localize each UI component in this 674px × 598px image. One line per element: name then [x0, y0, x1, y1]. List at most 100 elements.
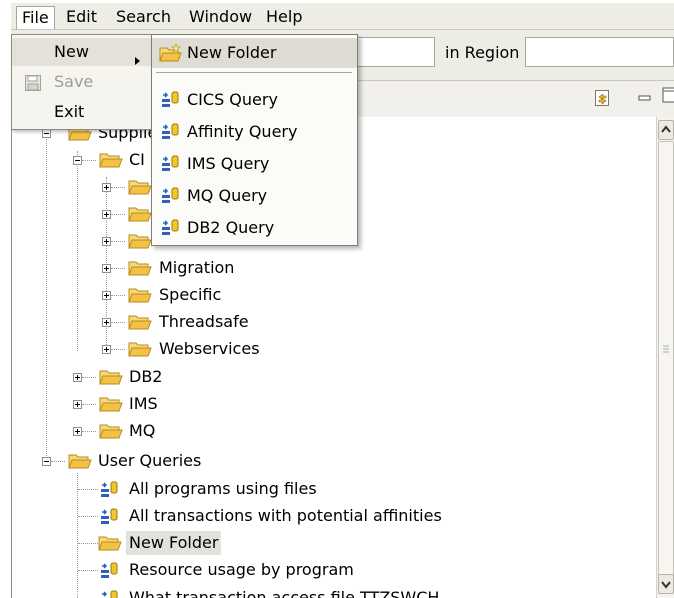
menu-window-label: Window	[189, 7, 253, 26]
menu-search[interactable]: Search	[111, 6, 176, 28]
tree-item-label: User Queries	[98, 451, 202, 470]
menu-item-exit[interactable]: Exit	[12, 98, 152, 126]
submenu-item-db2-query[interactable]: DB2 Query	[152, 213, 357, 243]
collapse-toggle[interactable]	[42, 457, 51, 466]
tree-item-query[interactable]: Resource usage by program	[12, 558, 392, 582]
tree-item-hidden[interactable]	[12, 175, 162, 199]
save-icon	[24, 73, 44, 101]
tree-item-query[interactable]: All programs using files	[12, 477, 432, 501]
application-window: File Edit Search Window Help in Region S…	[0, 0, 674, 598]
scroll-up-button[interactable]	[658, 120, 674, 140]
tree-connector	[78, 516, 98, 517]
expand-toggle[interactable]	[73, 400, 82, 409]
tree-connector	[78, 543, 98, 544]
tree-item-threadsafe[interactable]: Threadsafe	[12, 310, 272, 334]
tree-item-user-queries[interactable]: User Queries	[12, 449, 252, 473]
collapse-toggle[interactable]	[73, 156, 82, 165]
tree-item-label: New Folder	[126, 531, 222, 555]
submenu-item-new-folder[interactable]: New Folder	[152, 38, 357, 68]
open-folder-icon	[128, 286, 152, 311]
tree-item-label: What transaction access file TTZSWCH	[129, 588, 440, 598]
submenu-item-label: CICS Query	[187, 90, 278, 109]
query-icon	[159, 154, 181, 184]
open-folder-icon	[128, 232, 152, 257]
open-folder-icon	[128, 205, 152, 230]
open-folder-icon	[99, 151, 123, 176]
submenu-item-label: MQ Query	[187, 186, 268, 205]
expand-toggle[interactable]	[73, 373, 82, 382]
expand-toggle[interactable]	[102, 264, 111, 273]
menu-window[interactable]: Window	[184, 6, 257, 28]
menu-help-label: Help	[266, 7, 303, 26]
file-menu: New Save Exit	[11, 34, 153, 130]
expand-toggle[interactable]	[102, 318, 111, 327]
vertical-scrollbar[interactable]	[656, 117, 674, 598]
query-icon	[159, 122, 181, 152]
tree-item-new-folder[interactable]: New Folder	[12, 531, 242, 555]
minimize-icon[interactable]	[638, 89, 652, 108]
tree-connector	[51, 461, 65, 462]
query-icon	[98, 507, 120, 534]
tree-item-label: Specific	[159, 285, 222, 304]
expand-toggle[interactable]	[102, 210, 111, 219]
expand-toggle[interactable]	[102, 345, 111, 354]
menu-help[interactable]: Help	[261, 6, 307, 28]
tree-connector	[111, 214, 125, 215]
tree-item-db2[interactable]: DB2	[12, 365, 212, 389]
submenu-item-ims-query[interactable]: IMS Query	[152, 149, 357, 179]
scroll-down-button[interactable]	[658, 574, 674, 594]
open-folder-icon	[128, 259, 152, 284]
tree-item-query[interactable]: All transactions with potential affiniti…	[12, 504, 452, 528]
open-folder-icon	[98, 534, 122, 559]
menu-file[interactable]: File	[16, 6, 55, 29]
menu-file-label: File	[22, 8, 49, 27]
region-label: in Region	[445, 43, 520, 62]
menu-item-new-label: New	[54, 42, 89, 61]
grip-icon	[663, 345, 669, 353]
menu-item-save[interactable]: Save	[12, 68, 152, 96]
tree-connector	[111, 349, 125, 350]
tree-item-cics[interactable]: CI	[12, 148, 162, 172]
maximize-icon[interactable]	[662, 87, 674, 107]
menu-item-new[interactable]: New	[12, 38, 152, 66]
region-input-box[interactable]	[526, 38, 674, 68]
search-input[interactable]	[345, 37, 438, 68]
tree-connector	[111, 268, 125, 269]
collapse-toggle[interactable]	[42, 129, 51, 138]
menu-edit[interactable]: Edit	[61, 6, 102, 28]
submenu-item-cics-query[interactable]: CICS Query	[152, 85, 357, 115]
sync-icon[interactable]	[594, 89, 612, 111]
region-input[interactable]	[525, 37, 674, 68]
expand-toggle[interactable]	[73, 427, 82, 436]
submenu-item-affinity-query[interactable]: Affinity Query	[152, 117, 357, 147]
search-input-box[interactable]	[346, 38, 438, 68]
tree-item-label: Migration	[159, 258, 235, 277]
submenu-item-mq-query[interactable]: MQ Query	[152, 181, 357, 211]
tree-connector	[111, 295, 125, 296]
tree-item-label: Webservices	[159, 339, 260, 358]
open-folder-icon	[68, 452, 92, 477]
tree-item-label: All transactions with potential affiniti…	[129, 506, 442, 525]
tree-item-query[interactable]: What transaction access file TTZSWCH	[12, 586, 452, 598]
open-folder-icon	[128, 178, 152, 203]
query-icon	[98, 561, 120, 588]
tree-connector	[78, 489, 98, 490]
tree-item-mq[interactable]: MQ	[12, 419, 212, 443]
tree-item-label: All programs using files	[129, 479, 317, 498]
menu-search-label: Search	[116, 7, 171, 26]
tree-item-ims[interactable]: IMS	[12, 392, 212, 416]
tree-item-migration[interactable]: Migration	[12, 256, 272, 280]
tree-connector	[82, 431, 96, 432]
expand-toggle[interactable]	[102, 183, 111, 192]
tree-connector	[82, 160, 96, 161]
scroll-thumb[interactable]	[658, 141, 674, 589]
tree-item-webservices[interactable]: Webservices	[12, 337, 292, 361]
tree-item-hidden[interactable]	[12, 202, 162, 226]
tree-item-label: Threadsafe	[159, 312, 249, 331]
expand-toggle[interactable]	[102, 291, 111, 300]
menu-item-exit-label: Exit	[54, 102, 85, 121]
tree-item-specific[interactable]: Specific	[12, 283, 272, 307]
query-icon	[98, 480, 120, 507]
expand-toggle[interactable]	[102, 237, 111, 246]
query-icon	[159, 218, 181, 248]
